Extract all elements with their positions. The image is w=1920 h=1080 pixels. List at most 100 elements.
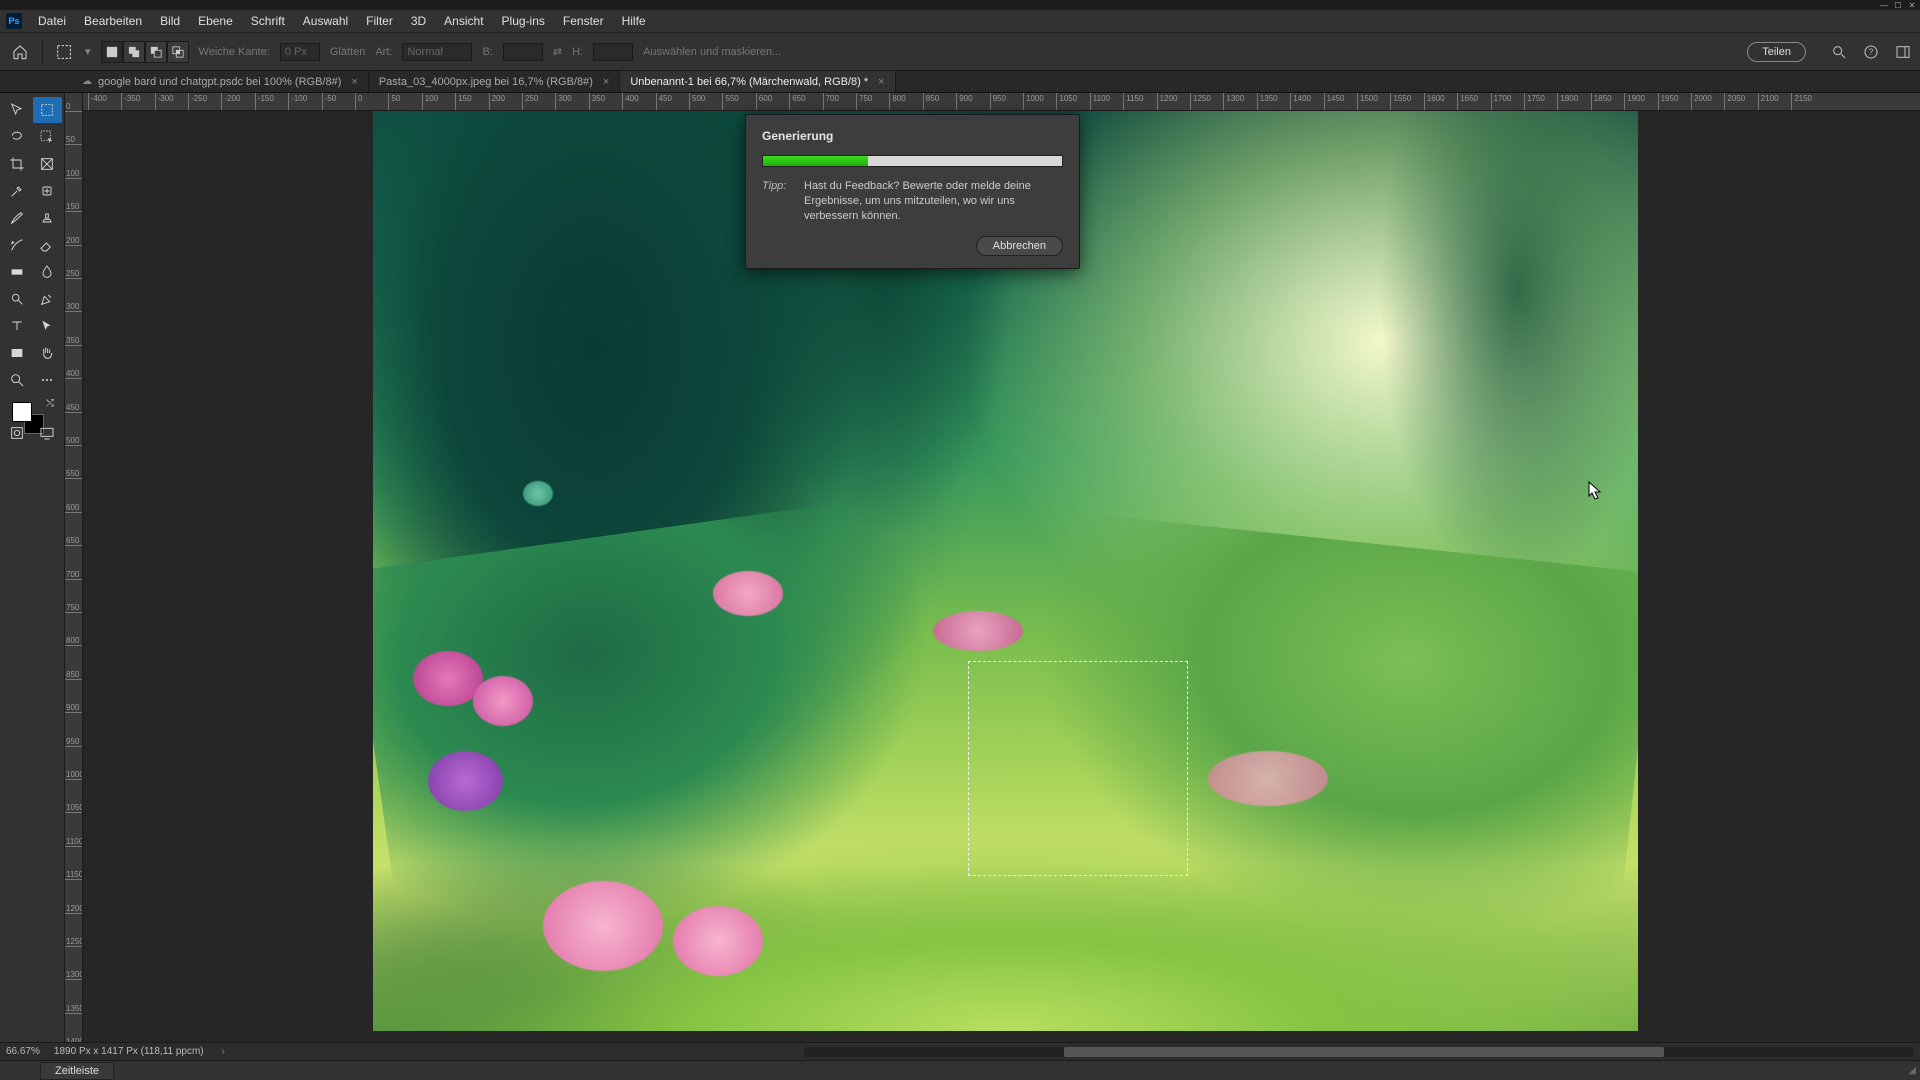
dialog-title: Generierung [762,129,1063,143]
document-tabs: ☁ google bard und chatgpt.psdc bei 100% … [0,71,1920,93]
move-tool[interactable] [2,97,32,123]
menu-type[interactable]: Schrift [243,11,293,31]
menu-file[interactable]: Datei [30,11,74,31]
menu-window[interactable]: Fenster [555,11,612,31]
window-close-button[interactable]: ✕ [1906,1,1918,9]
doc-tab-2[interactable]: Unbenannt-1 bei 66,7% (Märchenwald, RGB/… [620,71,895,92]
selection-mode-group [101,41,189,63]
path-select-tool[interactable] [33,313,63,339]
clone-stamp-tool[interactable] [33,205,63,231]
progress-bar [762,155,1063,167]
close-icon[interactable]: × [603,76,609,88]
menu-layer[interactable]: Ebene [190,11,241,31]
menu-select[interactable]: Auswahl [295,11,356,31]
rectangle-tool[interactable] [2,340,32,366]
resize-grip-icon[interactable]: ◢ [1908,1065,1916,1076]
menu-bar: Ps Datei Bearbeiten Bild Ebene Schrift A… [0,10,1920,33]
window-maximize-button[interactable]: ☐ [1892,1,1904,9]
status-bar: 66.67% 1890 Px x 1417 Px (118,11 ppcm) › [0,1042,1920,1060]
style-label: Art: [375,46,392,58]
width-input [503,43,543,61]
cursor-icon [1588,481,1602,501]
menu-view[interactable]: Ansicht [436,11,491,31]
search-icon[interactable] [1830,43,1848,61]
crop-tool[interactable] [2,151,32,177]
height-label: H: [572,46,583,58]
bottom-panel-strip: Zeitleiste ◢ [0,1060,1920,1080]
edit-toolbar-button[interactable] [33,367,63,393]
frame-tool[interactable] [33,151,63,177]
close-icon[interactable]: × [351,76,357,88]
menu-edit[interactable]: Bearbeiten [76,11,150,31]
help-icon[interactable]: ? [1862,43,1880,61]
blur-tool[interactable] [33,259,63,285]
gradient-tool[interactable] [2,259,32,285]
swap-colors-icon[interactable]: ⤭ [46,398,54,409]
marquee-tool-icon [53,41,75,63]
app-logo: Ps [6,13,22,29]
divider [42,40,43,64]
generation-dialog: Generierung Tipp: Hast du Feedback? Bewe… [745,114,1080,269]
scrollbar-thumb[interactable] [1064,1047,1664,1057]
menu-image[interactable]: Bild [152,11,188,31]
window-minimize-button[interactable]: — [1878,1,1890,9]
feather-input[interactable]: 0 Px [280,43,320,61]
rect-marquee-tool[interactable] [33,97,63,123]
timeline-tab[interactable]: Zeitleiste [40,1062,114,1080]
select-and-mask-button[interactable]: Auswählen und maskieren... [643,46,781,58]
document-info[interactable]: 1890 Px x 1417 Px (118,11 ppcm) [54,1046,204,1057]
menu-help[interactable]: Hilfe [614,11,654,31]
history-brush-tool[interactable] [2,232,32,258]
selection-subtract-button[interactable] [145,41,167,63]
style-select[interactable]: Normal [402,43,472,61]
doc-tab-label: Pasta_03_4000px.jpeg bei 16,7% (RGB/8#) [379,76,593,88]
lasso-tool[interactable] [2,124,32,150]
width-label: B: [482,46,492,58]
close-icon[interactable]: × [878,76,884,88]
feather-label: Weiche Kante: [199,46,270,58]
swap-wh-button: ⇄ [553,45,562,58]
object-select-tool[interactable] [33,124,63,150]
tip-label: Tipp: [762,179,796,224]
options-bar: ▾ Weiche Kante: 0 Px Glätten Art: Normal… [0,33,1920,71]
home-button[interactable] [8,40,32,64]
quick-mask-button[interactable] [2,421,32,445]
svg-text:?: ? [1869,47,1874,56]
tools-panel: ⤭ [0,93,65,1060]
dodge-tool[interactable] [2,286,32,312]
cancel-button[interactable]: Abbrechen [976,236,1063,256]
marquee-selection[interactable] [968,661,1188,876]
selection-new-button[interactable] [101,41,123,63]
zoom-level[interactable]: 66.67% [6,1046,40,1057]
foreground-color[interactable] [12,402,32,422]
selection-add-button[interactable] [123,41,145,63]
window-titlebar: — ☐ ✕ [0,0,1920,10]
share-button[interactable]: Teilen [1747,42,1806,62]
status-chevron-icon[interactable]: › [218,1046,229,1057]
doc-tab-1[interactable]: Pasta_03_4000px.jpeg bei 16,7% (RGB/8#) … [369,71,620,92]
horizontal-ruler[interactable]: -400-350-300-250-200-150-100-50050100150… [83,93,1920,111]
vertical-ruler[interactable]: 0501001502002503003504004505005506006507… [65,93,83,1060]
doc-tab-label: Unbenannt-1 bei 66,7% (Märchenwald, RGB/… [630,76,868,88]
selection-intersect-button[interactable] [167,41,189,63]
height-input [593,43,633,61]
menu-filter[interactable]: Filter [358,11,401,31]
doc-tab-label: google bard und chatgpt.psdc bei 100% (R… [98,76,341,88]
hand-tool[interactable] [33,340,63,366]
zoom-tool[interactable] [2,367,32,393]
brush-tool[interactable] [2,205,32,231]
spot-heal-tool[interactable] [33,178,63,204]
antialias-label: Glätten [330,46,365,58]
cloud-icon: ☁ [82,76,92,87]
eraser-tool[interactable] [33,232,63,258]
tip-text: Hast du Feedback? Bewerte oder melde dei… [804,179,1063,224]
doc-tab-0[interactable]: ☁ google bard und chatgpt.psdc bei 100% … [72,71,369,92]
eyedropper-tool[interactable] [2,178,32,204]
screen-mode-button[interactable] [32,421,62,445]
pen-tool[interactable] [33,286,63,312]
menu-plugins[interactable]: Plug-ins [494,11,553,31]
workspace-switcher-icon[interactable] [1894,43,1912,61]
menu-3d[interactable]: 3D [403,11,434,31]
type-tool[interactable] [2,313,32,339]
horizontal-scrollbar[interactable] [804,1047,1914,1057]
